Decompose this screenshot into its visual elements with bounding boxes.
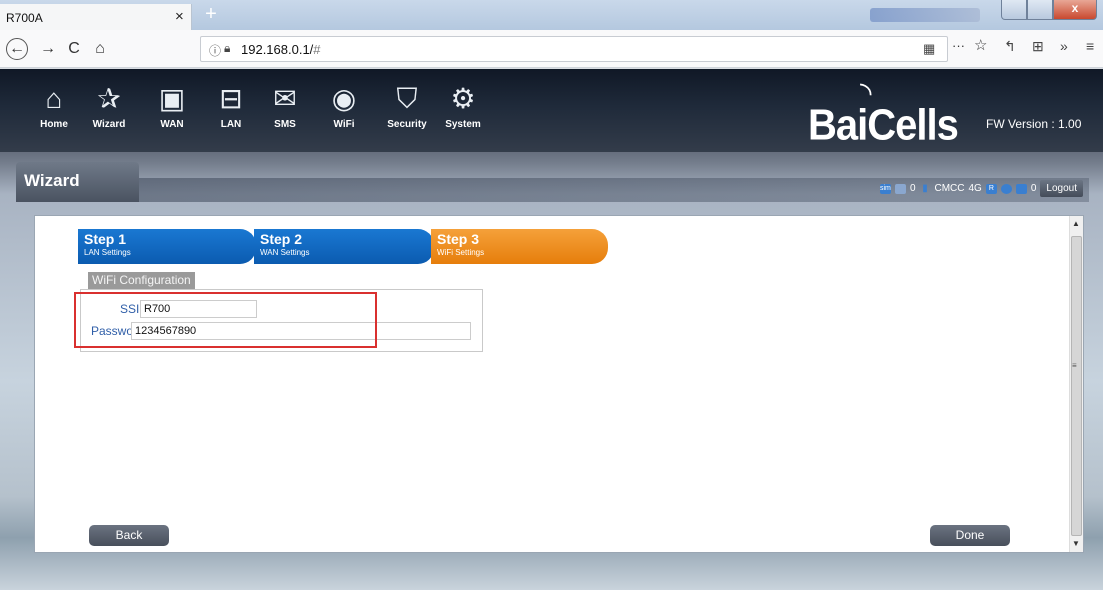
window-controls: x [1001, 0, 1097, 20]
scroll-up-icon[interactable]: ▲ [1072, 219, 1080, 228]
nav-label: LAN [220, 119, 242, 130]
overflow-icon[interactable]: » [1060, 38, 1068, 54]
step-title: Step 1 [84, 231, 127, 247]
sms-icon [894, 183, 906, 194]
globe-icon [1000, 183, 1012, 194]
red-highlight-box [74, 292, 377, 348]
browser-tab[interactable]: R700A × [0, 4, 192, 30]
wifi-configuration-label: WiFi Configuration [88, 272, 195, 289]
minimize-button[interactable] [1001, 0, 1027, 20]
nav-wifi[interactable]: ◉ WiFi [322, 81, 366, 130]
network-type: 4G [968, 183, 982, 194]
screenshot-icon[interactable]: ⊞ [1032, 38, 1044, 55]
nav-label: Security [387, 119, 427, 130]
nav-wizard[interactable]: ✰ Wizard [87, 81, 131, 130]
insecure-lock-icon[interactable]: 🔒︎ [224, 41, 230, 56]
top-navigation: ⌂ Home ✰ Wizard ▣ WAN ⊟ LAN ✉ SMS ◉ WiFi… [0, 69, 1103, 152]
page-title: Wizard [24, 171, 80, 190]
scroll-grip-icon: ≡ [1072, 361, 1077, 370]
wizard-content: Step 1 LAN Settings Step 2 WAN Settings … [34, 215, 1084, 553]
baicells-logo: ◝ BaiCells [808, 79, 968, 150]
roaming-icon: R [985, 183, 997, 194]
logo-text: BaiCells [808, 100, 959, 150]
nav-sms[interactable]: ✉ SMS [263, 81, 307, 130]
nav-system[interactable]: ⚙ System [441, 81, 485, 130]
maximize-button[interactable] [1027, 0, 1053, 20]
back-button[interactable]: Back [89, 525, 169, 546]
nav-security[interactable]: ⛉ Security [385, 81, 429, 130]
url-bar[interactable]: ⓘ 🔒︎ 192.168.0.1/# ▦ [200, 36, 948, 62]
sim-icon: sim [879, 183, 891, 194]
step-2[interactable]: Step 2 WAN Settings [254, 229, 434, 264]
forward-arrow-icon[interactable]: → [36, 37, 60, 61]
status-bar: sim 0 ▮ CMCC 4G R 0 Logout [139, 178, 1089, 202]
step-title: Step 3 [437, 231, 480, 247]
undo-icon[interactable]: ↰ [1004, 38, 1016, 55]
home-icon: ⌂ [45, 83, 63, 114]
nav-label: WiFi [333, 119, 355, 130]
wan-icon: ▣ [158, 83, 186, 114]
signal-icon: ▮ [922, 182, 928, 194]
system-icon: ⚙ [450, 83, 476, 114]
section-tab: Wizard [16, 162, 139, 202]
page-actions-icon[interactable]: ··· [952, 38, 965, 53]
logout-button[interactable]: Logout [1040, 180, 1083, 197]
firmware-version: FW Version : 1.00 [986, 117, 1082, 131]
url-text[interactable]: 192.168.0.1/# [241, 42, 321, 57]
back-arrow-icon[interactable]: ← [6, 38, 28, 60]
menu-icon[interactable]: ≡ [1086, 38, 1094, 54]
tab-close-icon[interactable]: × [175, 8, 184, 25]
info-icon[interactable]: ⓘ [209, 42, 221, 59]
tab-title: R700A [6, 11, 43, 25]
scroll-thumb[interactable] [1071, 236, 1082, 536]
message-icon [1015, 183, 1027, 194]
step-title: Step 2 [260, 231, 303, 247]
nav-home[interactable]: ⌂ Home [32, 81, 76, 130]
sms-count: 0 [909, 183, 916, 194]
nav-lan[interactable]: ⊟ LAN [209, 81, 253, 130]
close-window-button[interactable]: x [1053, 0, 1097, 20]
nav-label: WAN [160, 119, 184, 130]
wifi-icon: ◉ [331, 83, 357, 114]
wizard-icon: ✰ [97, 83, 121, 114]
security-icon: ⛉ [396, 83, 418, 114]
done-button[interactable]: Done [930, 525, 1010, 546]
lan-icon: ⊟ [219, 83, 243, 114]
reload-icon[interactable]: C [62, 37, 86, 61]
sms-icon: ✉ [273, 83, 297, 114]
status-icons: sim 0 ▮ CMCC 4G R 0 Logout [879, 180, 1083, 197]
step-3[interactable]: Step 3 WiFi Settings [431, 229, 608, 264]
url-path: # [313, 42, 321, 57]
step-subtitle: WAN Settings [260, 248, 310, 257]
step-subtitle: WiFi Settings [437, 248, 485, 257]
section-bar: Wizard sim 0 ▮ CMCC 4G R 0 Logout [0, 152, 1103, 205]
browser-title-bar: R700A × + x [0, 0, 1103, 30]
qr-code-icon[interactable]: ▦ [923, 41, 935, 57]
step-subtitle: LAN Settings [84, 248, 131, 257]
url-host: 192.168.0.1/ [241, 42, 314, 57]
new-tab-button[interactable]: + [200, 2, 222, 28]
nav-label: Wizard [92, 119, 126, 130]
nav-label: Home [40, 119, 68, 130]
browser-nav-bar: ← → C ⌂ ⓘ 🔒︎ 192.168.0.1/# ▦ ··· ☆ ↰ ⊞ »… [0, 30, 1103, 68]
scroll-down-icon[interactable]: ▼ [1072, 539, 1080, 548]
nav-label: System [445, 119, 481, 130]
nav-label: SMS [274, 119, 296, 130]
nav-wan[interactable]: ▣ WAN [150, 81, 194, 130]
home-icon[interactable]: ⌂ [88, 37, 112, 61]
bookmark-star-icon[interactable]: ☆ [974, 36, 987, 54]
web-page: ⌂ Home ✰ Wizard ▣ WAN ⊟ LAN ✉ SMS ◉ WiFi… [0, 69, 1103, 590]
vertical-scrollbar[interactable]: ▲ ≡ ▼ [1069, 216, 1083, 552]
blurred-title-area [870, 8, 980, 22]
operator-name: CMCC [934, 183, 965, 194]
step-1[interactable]: Step 1 LAN Settings [78, 229, 256, 264]
message-count: 0 [1030, 183, 1037, 194]
